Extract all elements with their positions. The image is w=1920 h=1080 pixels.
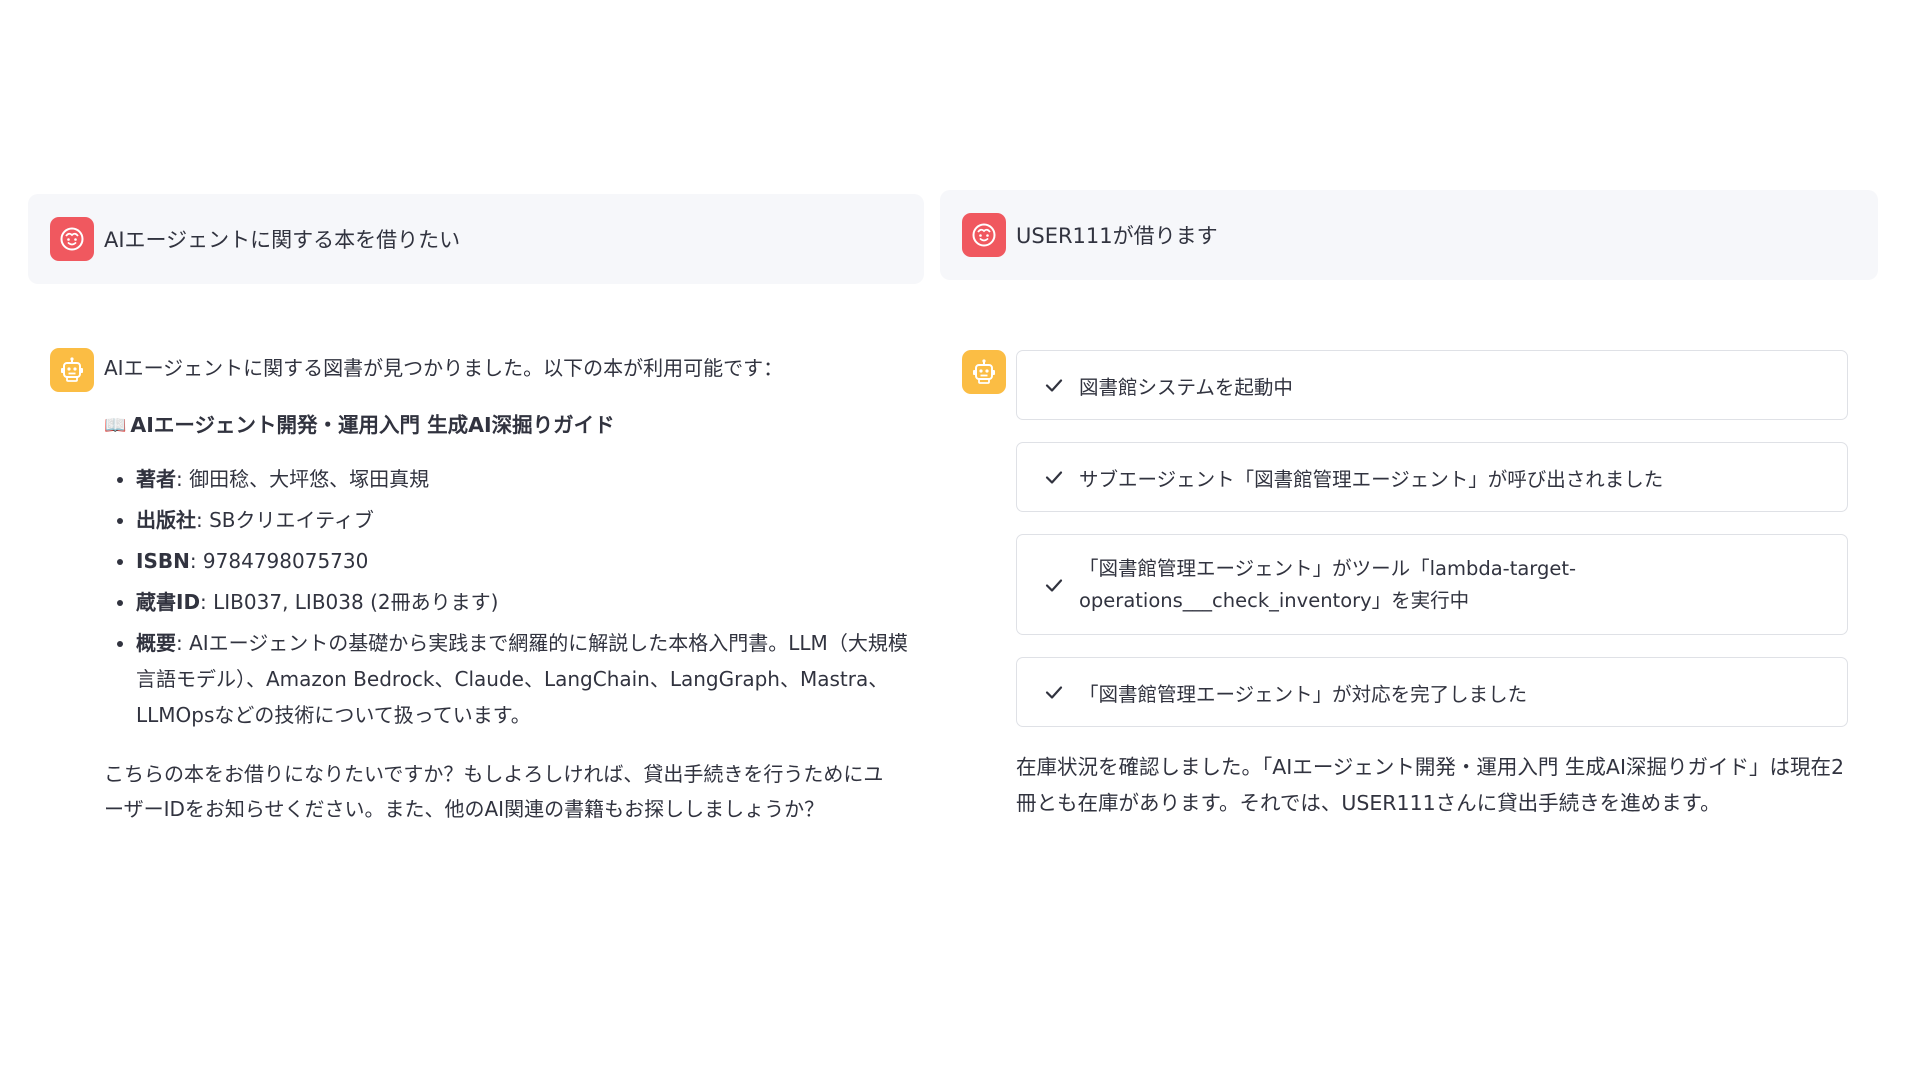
list-item: ISBN: 9784798075730	[136, 543, 920, 579]
assistant-closing: こちらの本をお借りになりたいですか？もしよろしければ、貸出手続きを行うためにユー…	[104, 762, 884, 821]
open-book-icon: 📖	[104, 415, 127, 436]
detail-label: ISBN	[136, 549, 190, 573]
list-item: 蔵書ID: LIB037, LIB038 (2冊あります)	[136, 584, 920, 620]
status-step[interactable]: 図書館システムを起動中	[1016, 350, 1848, 420]
detail-label: 概要	[136, 631, 176, 655]
status-step-line: 「図書館管理エージェント」がツール「lambda-target-	[1079, 556, 1577, 580]
status-step-text: 図書館システムを起動中	[1079, 375, 1293, 399]
checkmark-icon	[1043, 681, 1065, 703]
detail-value: : LIB037, LIB038 (2冊あります)	[200, 590, 499, 614]
assistant-message: AIエージェントに関する図書が見つかりました。以下の本が利用可能です： 📖 AI…	[50, 348, 920, 827]
book-title-text: AIエージェント開発・運用入門 生成AI深掘りガイド	[130, 413, 615, 437]
status-step[interactable]: 「図書館管理エージェント」がツール「lambda-target- operati…	[1016, 534, 1848, 635]
status-step-text: 「図書館管理エージェント」がツール「lambda-target- operati…	[1079, 553, 1576, 617]
checkmark-icon	[1043, 374, 1065, 396]
list-item: 出版社: SBクリエイティブ	[136, 502, 920, 538]
agent-status-steps: 図書館システムを起動中 サブエージェント「図書館管理エージェント」が呼び出されま…	[1016, 350, 1848, 727]
list-item: 著者: 御田稔、大坪悠、塚田真規	[136, 461, 920, 497]
checkmark-icon	[1043, 574, 1065, 596]
detail-value: : 御田稔、大坪悠、塚田真規	[176, 467, 430, 491]
book-details-list: 著者: 御田稔、大坪悠、塚田真規 出版社: SBクリエイティブ ISBN: 97…	[104, 461, 920, 733]
assistant-result: 在庫状況を確認しました。「AIエージェント開発・運用入門 生成AI深掘りガイド」…	[1016, 755, 1845, 815]
robot-icon	[50, 348, 94, 392]
status-step[interactable]: 「図書館管理エージェント」が対応を完了しました	[1016, 657, 1848, 727]
user-message: USER111が借ります	[940, 190, 1878, 280]
user-message-text: AIエージェントに関する本を借りたい	[104, 228, 461, 252]
user-avatar-icon	[962, 213, 1006, 257]
detail-value: : AIエージェントの基礎から実践まで網羅的に解説した本格入門書。LLM（大規模…	[136, 631, 908, 727]
detail-value: : 9784798075730	[189, 549, 369, 573]
list-item: 概要: AIエージェントの基礎から実践まで網羅的に解説した本格入門書。LLM（大…	[136, 625, 920, 733]
status-step[interactable]: サブエージェント「図書館管理エージェント」が呼び出されました	[1016, 442, 1848, 512]
book-title: 📖 AIエージェント開発・運用入門 生成AI深掘りガイド	[104, 408, 920, 443]
detail-label: 著者	[136, 467, 176, 491]
user-message-text: USER111が借ります	[1016, 224, 1218, 248]
user-message: AIエージェントに関する本を借りたい	[28, 194, 924, 284]
assistant-message: 図書館システムを起動中 サブエージェント「図書館管理エージェント」が呼び出されま…	[962, 350, 1878, 821]
user-avatar-icon	[50, 217, 94, 261]
status-step-text: 「図書館管理エージェント」が対応を完了しました	[1079, 682, 1528, 706]
robot-icon	[962, 350, 1006, 394]
detail-label: 蔵書ID	[136, 590, 201, 614]
checkmark-icon	[1043, 466, 1065, 488]
detail-label: 出版社	[136, 508, 196, 532]
status-step-text: サブエージェント「図書館管理エージェント」が呼び出されました	[1079, 467, 1664, 491]
assistant-intro: AIエージェントに関する図書が見つかりました。以下の本が利用可能です：	[104, 356, 784, 380]
detail-value: : SBクリエイティブ	[196, 508, 374, 532]
status-step-line: operations___check_inventory」を実行中	[1079, 588, 1470, 612]
